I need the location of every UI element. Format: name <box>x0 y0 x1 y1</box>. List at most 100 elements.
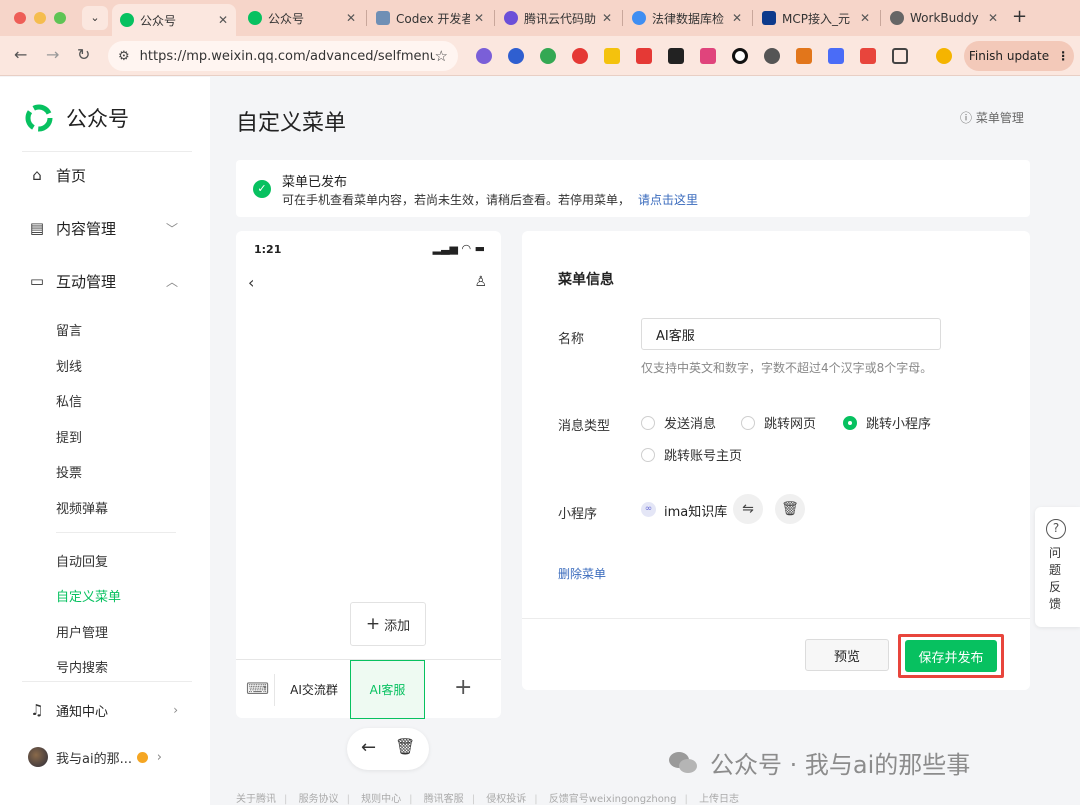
footer-link-complaint[interactable]: 侵权投诉 <box>486 794 526 805</box>
footer-link-terms[interactable]: 服务协议 <box>299 794 339 805</box>
close-tab-icon[interactable]: ✕ <box>860 11 870 25</box>
browser-tab-3[interactable]: Codex 开发者 ✕ <box>368 4 492 32</box>
close-tab-icon[interactable]: ✕ <box>602 11 612 25</box>
minimize-window-button[interactable] <box>34 12 46 24</box>
footer-separator: | <box>534 794 538 805</box>
extensions-puzzle-icon[interactable] <box>892 48 908 64</box>
extension-10-icon[interactable] <box>764 48 780 64</box>
menu-name-input[interactable]: AI客服 <box>641 318 941 350</box>
address-bar[interactable]: ⚙ https://mp.weixin.qq.com/advanced/self… <box>108 41 458 71</box>
sidebar-subitem-auto-reply[interactable]: 自动回复 <box>56 551 108 570</box>
delete-menu-link[interactable]: 删除菜单 <box>558 565 606 582</box>
tab-title: 公众号 <box>140 13 177 28</box>
sidebar-item-content[interactable]: ▤ 内容管理 ﹀ <box>28 214 178 242</box>
radio-send-message[interactable]: 发送消息 <box>641 413 716 432</box>
account-switcher[interactable]: 我与ai的那... › <box>28 747 178 767</box>
new-tab-plus-icon[interactable]: + <box>1012 6 1027 27</box>
extension-7-icon[interactable] <box>668 48 684 64</box>
sidebar-subitem-comments[interactable]: 留言 <box>56 320 82 339</box>
notice-text: 可在手机查看菜单内容，若尚未生效，请稍后查看。若停用菜单， <box>282 193 631 207</box>
tab-search-chevron-icon[interactable]: ⌄ <box>82 6 108 30</box>
close-tab-icon[interactable]: ✕ <box>346 11 356 25</box>
sidebar-subitem-custom-menu[interactable]: 自定义菜单 <box>56 586 121 605</box>
sidebar-subitem-search[interactable]: 号内搜索 <box>56 657 108 676</box>
close-tab-icon[interactable]: ✕ <box>218 13 228 27</box>
footer-link-rules[interactable]: 规则中心 <box>361 794 401 805</box>
logo[interactable]: 公众号 <box>24 103 129 133</box>
sidebar-subitem-votes[interactable]: 投票 <box>56 462 82 481</box>
browser-tab-4[interactable]: 腾讯云代码助 ✕ <box>496 4 620 32</box>
browser-tab-2[interactable]: 公众号 ✕ <box>240 4 364 32</box>
extension-2-icon[interactable] <box>508 48 524 64</box>
browser-tab-1[interactable]: 公众号 ✕ <box>112 4 236 36</box>
sidebar-item-interaction[interactable]: ▭ 互动管理 ︿ <box>28 267 178 295</box>
sidebar: 公众号 ⌂ 首页 ▤ 内容管理 ﹀ ▭ 互动管理 ︿ 留言 划线 私信 提到 投… <box>0 77 210 805</box>
extension-1-icon[interactable] <box>476 48 492 64</box>
extension-12-icon[interactable] <box>828 48 844 64</box>
chevron-right-icon: › <box>173 703 178 717</box>
browser-tab-5[interactable]: 法律数据库检 ✕ <box>624 4 750 32</box>
sidebar-item-label: 首页 <box>56 166 87 185</box>
radio-jump-account-home[interactable]: 跳转账号主页 <box>641 445 742 464</box>
close-tab-icon[interactable]: ✕ <box>732 11 742 25</box>
radio-jump-miniprogram[interactable]: 跳转小程序 <box>843 413 931 432</box>
adblock-icon[interactable] <box>572 48 588 64</box>
move-left-arrow-icon[interactable]: ← <box>361 737 376 758</box>
close-window-button[interactable] <box>14 12 26 24</box>
sidebar-subitem-danmaku[interactable]: 视频弹幕 <box>56 498 108 517</box>
site-settings-icon[interactable]: ⚙ <box>118 49 130 64</box>
footer-link-feedback[interactable]: 反馈官号weixingongzhong <box>549 794 677 805</box>
metamask-icon[interactable] <box>796 48 812 64</box>
question-circle-icon: ⓘ <box>960 111 973 125</box>
forward-arrow-icon[interactable]: → <box>46 45 59 64</box>
menu-item-actions: ← 🗑 <box>347 728 429 770</box>
save-and-publish-button[interactable]: 保存并发布 <box>905 640 997 672</box>
add-menu-plus-icon[interactable]: + <box>454 675 472 700</box>
sidebar-divider <box>22 681 192 682</box>
question-mark-icon: ? <box>1046 519 1066 539</box>
extension-6-icon[interactable] <box>636 48 652 64</box>
extension-9-icon[interactable] <box>732 48 748 64</box>
extension-8-icon[interactable] <box>700 48 716 64</box>
menu-management-link[interactable]: ⓘ 菜单管理 <box>960 109 1024 126</box>
footer-separator: | <box>284 794 288 805</box>
home-icon: ⌂ <box>32 166 42 184</box>
feedback-widget[interactable]: ? 问题反馈 <box>1035 507 1080 627</box>
bookmark-star-icon[interactable]: ☆ <box>435 47 448 65</box>
maximize-window-button[interactable] <box>54 12 66 24</box>
browser-tab-6[interactable]: MCP接入_元 ✕ <box>754 4 878 32</box>
delete-miniprogram-trash-icon[interactable]: 🗑 <box>775 494 805 524</box>
sidebar-subitem-messages[interactable]: 私信 <box>56 391 82 410</box>
back-arrow-icon[interactable]: ← <box>14 45 27 64</box>
sidebar-item-home[interactable]: ⌂ 首页 <box>28 161 178 189</box>
sidebar-subitem-highlights[interactable]: 划线 <box>56 356 82 375</box>
close-tab-icon[interactable]: ✕ <box>474 11 484 25</box>
extension-13-icon[interactable] <box>860 48 876 64</box>
footer-link-upload-log[interactable]: 上传日志 <box>699 794 739 805</box>
profile-avatar-icon[interactable] <box>936 48 952 64</box>
preview-button[interactable]: 预览 <box>805 639 889 671</box>
extension-5-icon[interactable] <box>604 48 620 64</box>
radio-jump-webpage[interactable]: 跳转网页 <box>741 413 816 432</box>
reload-icon[interactable]: ↻ <box>77 45 90 64</box>
chrome-extension-icon[interactable] <box>540 48 556 64</box>
tab-title: 腾讯云代码助 <box>524 11 597 26</box>
browser-tab-7[interactable]: WorkBuddy ✕ <box>882 4 1006 32</box>
disable-menu-link[interactable]: 请点击这里 <box>638 193 698 207</box>
menu-item-ai-service[interactable]: AI客服 <box>350 660 425 719</box>
trash-icon[interactable]: 🗑 <box>395 737 415 756</box>
more-vertical-icon[interactable]: ⋮ <box>1057 49 1069 63</box>
add-submenu-button[interactable]: + 添加 <box>350 602 426 646</box>
tab-separator <box>494 10 495 26</box>
close-tab-icon[interactable]: ✕ <box>988 11 998 25</box>
footer-link-about[interactable]: 关于腾讯 <box>236 794 276 805</box>
sidebar-subitem-mentions[interactable]: 提到 <box>56 427 82 446</box>
finish-update-button[interactable]: Finish update ⋮ <box>964 41 1074 71</box>
sidebar-subitem-users[interactable]: 用户管理 <box>56 622 108 641</box>
swap-miniprogram-icon[interactable]: ⇋ <box>733 494 763 524</box>
menu-item-ai-group[interactable]: AI交流群 <box>276 660 352 719</box>
footer-link-support[interactable]: 腾讯客服 <box>424 794 464 805</box>
sidebar-item-notifications[interactable]: ♫ 通知中心 › <box>28 696 178 724</box>
preview-button-label: 预览 <box>833 649 860 665</box>
sidebar-item-label: 互动管理 <box>56 272 117 291</box>
